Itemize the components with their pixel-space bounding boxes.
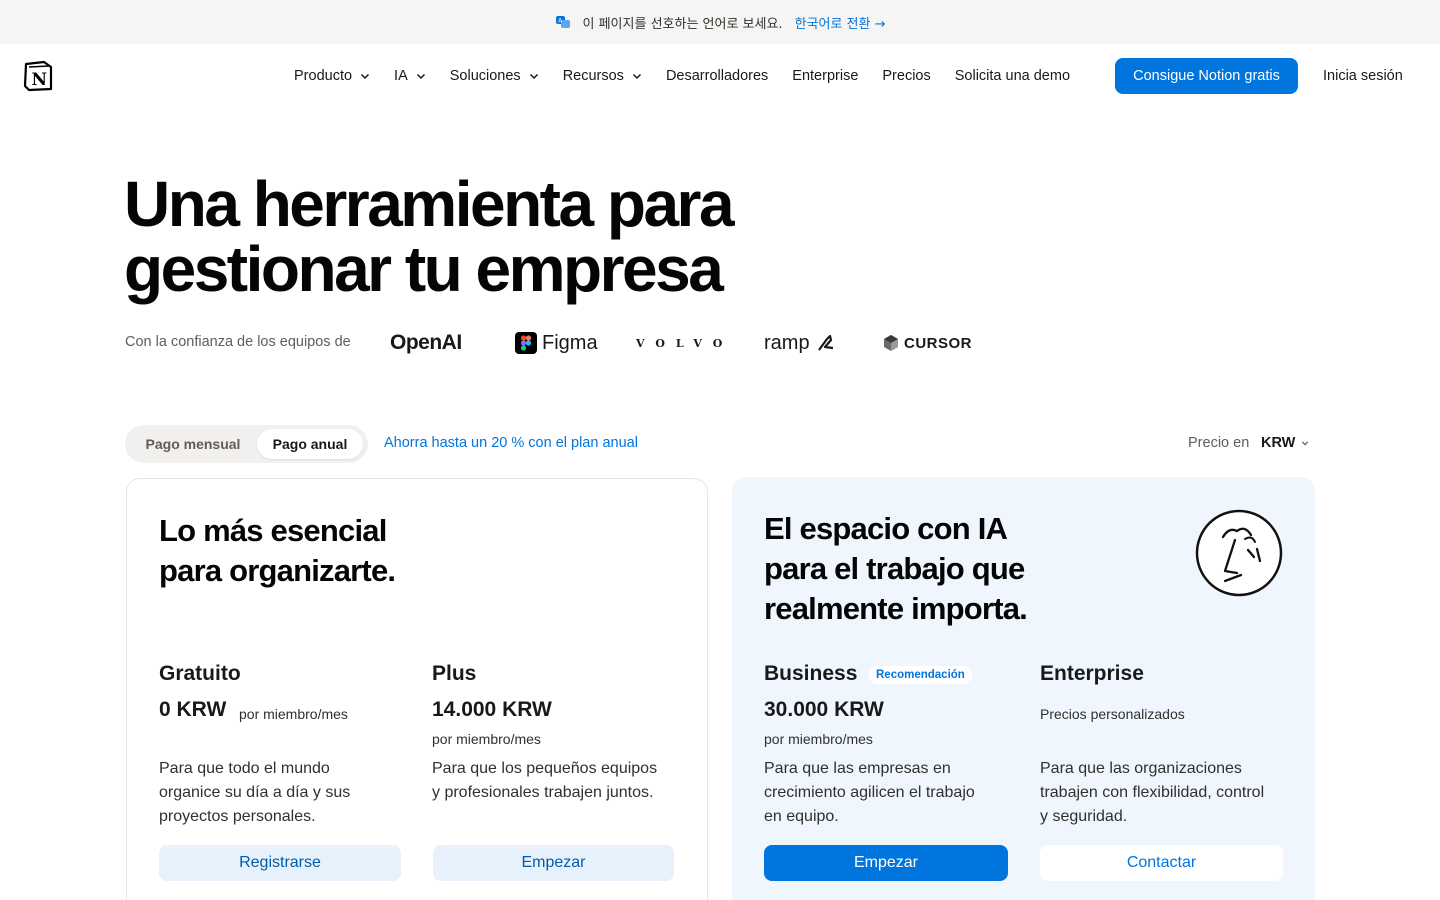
annual-billing-option[interactable]: Pago anual — [257, 429, 363, 459]
plan-enterprise-description: Para que las organizaciones trabajen con… — [1040, 757, 1302, 829]
desc-line: Para que los pequeños equipos — [432, 760, 658, 777]
nav-item-recursos[interactable]: Recursos — [563, 68, 642, 84]
openai-logo-text: OpenAI — [390, 331, 462, 354]
desc-line: proyectos personales. — [159, 808, 316, 825]
nav-item-label: Producto — [294, 68, 353, 84]
heading-line: Lo más esencial — [159, 513, 387, 548]
business-start-button[interactable]: Empezar — [764, 845, 1008, 881]
heading-line: El espacio con IA — [764, 511, 1008, 546]
face-doodle-icon — [1195, 509, 1283, 597]
nav-item-label: Recursos — [562, 68, 624, 84]
openai-logo: OpenAI — [390, 325, 462, 361]
translate-icon: A — [555, 14, 571, 30]
cursor-logo: CURSOR — [883, 325, 972, 361]
contact-sales-button[interactable]: Contactar — [1040, 845, 1283, 881]
desc-line: Para que las empresas en — [764, 760, 951, 777]
notion-logo[interactable]: N — [22, 59, 55, 92]
nav-item-label: IA — [394, 68, 408, 84]
nav-item-ia[interactable]: IA — [394, 68, 426, 84]
ai-workspace-card-heading: El espacio con IA para el trabajo que re… — [764, 509, 1028, 629]
plan-enterprise-name: Enterprise — [1040, 662, 1144, 685]
chevron-down-icon — [632, 73, 641, 80]
chevron-down-icon — [529, 73, 538, 80]
currency-select[interactable]: KRW — [1261, 435, 1309, 451]
trust-label: Con la confianza de los equipos de — [125, 334, 351, 350]
nav-item-solicita-demo[interactable]: Solicita una demo — [955, 68, 1070, 84]
plan-free-name: Gratuito — [159, 662, 241, 685]
essentials-card-heading: Lo más esencial para organizarte. — [159, 511, 396, 591]
ramp-logo: ramp — [764, 325, 836, 361]
heading-line: para organizarte. — [159, 553, 396, 588]
monthly-billing-option[interactable]: Pago mensual — [130, 429, 256, 459]
plan-plus-price: 14.000 KRW — [432, 698, 552, 721]
volvo-logo: VOLVO — [636, 325, 733, 361]
login-link[interactable]: Inicia sesión — [1323, 58, 1403, 94]
ramp-mark-icon — [817, 334, 833, 351]
desc-line: organice su día a día y sus — [159, 784, 351, 801]
annual-savings-note: Ahorra hasta un 20 % con el plan anual — [384, 435, 638, 451]
desc-line: Para que las organizaciones — [1040, 760, 1242, 777]
nav-item-precios[interactable]: Precios — [882, 68, 930, 84]
recommended-badge: Recomendación — [869, 666, 972, 684]
plan-plus-unit: por miembro/mes — [432, 731, 541, 747]
figma-logo-text: Figma — [542, 331, 598, 354]
top-nav: N Producto IA Soluciones Recursos Desarr… — [0, 44, 1440, 108]
billing-toggle: Pago mensual Pago anual — [125, 425, 368, 463]
plan-enterprise-pricing: Precios personalizados — [1040, 706, 1185, 722]
desc-line: Para que todo el mundo — [159, 760, 330, 777]
switch-language-link[interactable]: 한국어로 전환 → — [795, 13, 886, 32]
heading-line: para el trabajo que — [764, 551, 1025, 586]
desc-line: en equipo. — [764, 808, 839, 825]
plan-business-description: Para que las empresas en crecimiento agi… — [764, 757, 1014, 829]
heading-line: realmente importa. — [764, 591, 1028, 626]
desc-line: y seguridad. — [1040, 808, 1128, 825]
nav-item-enterprise[interactable]: Enterprise — [792, 68, 858, 84]
plan-business-unit: por miembro/mes — [764, 731, 873, 747]
cursor-logo-text: CURSOR — [904, 334, 973, 352]
plan-free-price: 0 KRW — [159, 698, 227, 721]
desc-line: crecimiento agilicen el trabajo — [764, 784, 975, 801]
svg-text:N: N — [32, 70, 48, 90]
ramp-logo-text: ramp — [764, 331, 810, 354]
nav-item-label: Soluciones — [449, 68, 521, 84]
nav-item-producto[interactable]: Producto — [294, 68, 370, 84]
nav-item-desarrolladores[interactable]: Desarrolladores — [666, 68, 768, 84]
nav-menu: Producto IA Soluciones Recursos Desarrol… — [294, 44, 1070, 108]
hero-title-line-1: Una herramienta para — [124, 168, 735, 240]
nav-item-label: Precios — [882, 68, 931, 84]
nav-item-soluciones[interactable]: Soluciones — [450, 68, 539, 84]
plan-business-name: Business — [764, 662, 858, 685]
cursor-cube-icon — [884, 335, 898, 351]
nav-item-label: Desarrolladores — [665, 68, 769, 84]
price-in-label: Precio en — [1188, 435, 1250, 451]
chevron-down-icon — [416, 73, 425, 80]
banner-message: 이 페이지를 선호하는 언어로 보세요. — [582, 16, 783, 32]
plan-plus-description: Para que los pequeños equipos y profesio… — [432, 757, 682, 805]
nav-item-label: Enterprise — [792, 68, 859, 84]
desc-line: y profesionales trabajen juntos. — [432, 784, 654, 801]
volvo-logo-text: VOLVO — [636, 336, 734, 350]
figma-icon — [515, 332, 537, 354]
plan-free-unit: por miembro/mes — [239, 706, 348, 722]
plan-plus-name: Plus — [432, 662, 477, 685]
signup-button[interactable]: Registrarse — [159, 845, 401, 881]
desc-line: trabajen con flexibilidad, control — [1040, 784, 1265, 801]
hero-title: Una herramienta para gestionar tu empres… — [124, 172, 924, 302]
language-banner: A 이 페이지를 선호하는 언어로 보세요. 한국어로 전환 → — [0, 0, 1440, 44]
currency-value: KRW — [1261, 435, 1296, 451]
plan-business-price: 30.000 KRW — [764, 698, 884, 721]
hero-title-line-2: gestionar tu empresa — [124, 233, 724, 305]
chevron-down-icon — [1302, 441, 1309, 446]
chevron-down-icon — [361, 73, 370, 80]
plus-start-button[interactable]: Empezar — [433, 845, 674, 881]
nav-item-label: Solicita una demo — [954, 68, 1071, 84]
plan-free-description: Para que todo el mundo organice su día a… — [159, 757, 399, 829]
get-notion-free-button[interactable]: Consigue Notion gratis — [1115, 58, 1298, 94]
figma-logo: Figma — [515, 325, 598, 361]
